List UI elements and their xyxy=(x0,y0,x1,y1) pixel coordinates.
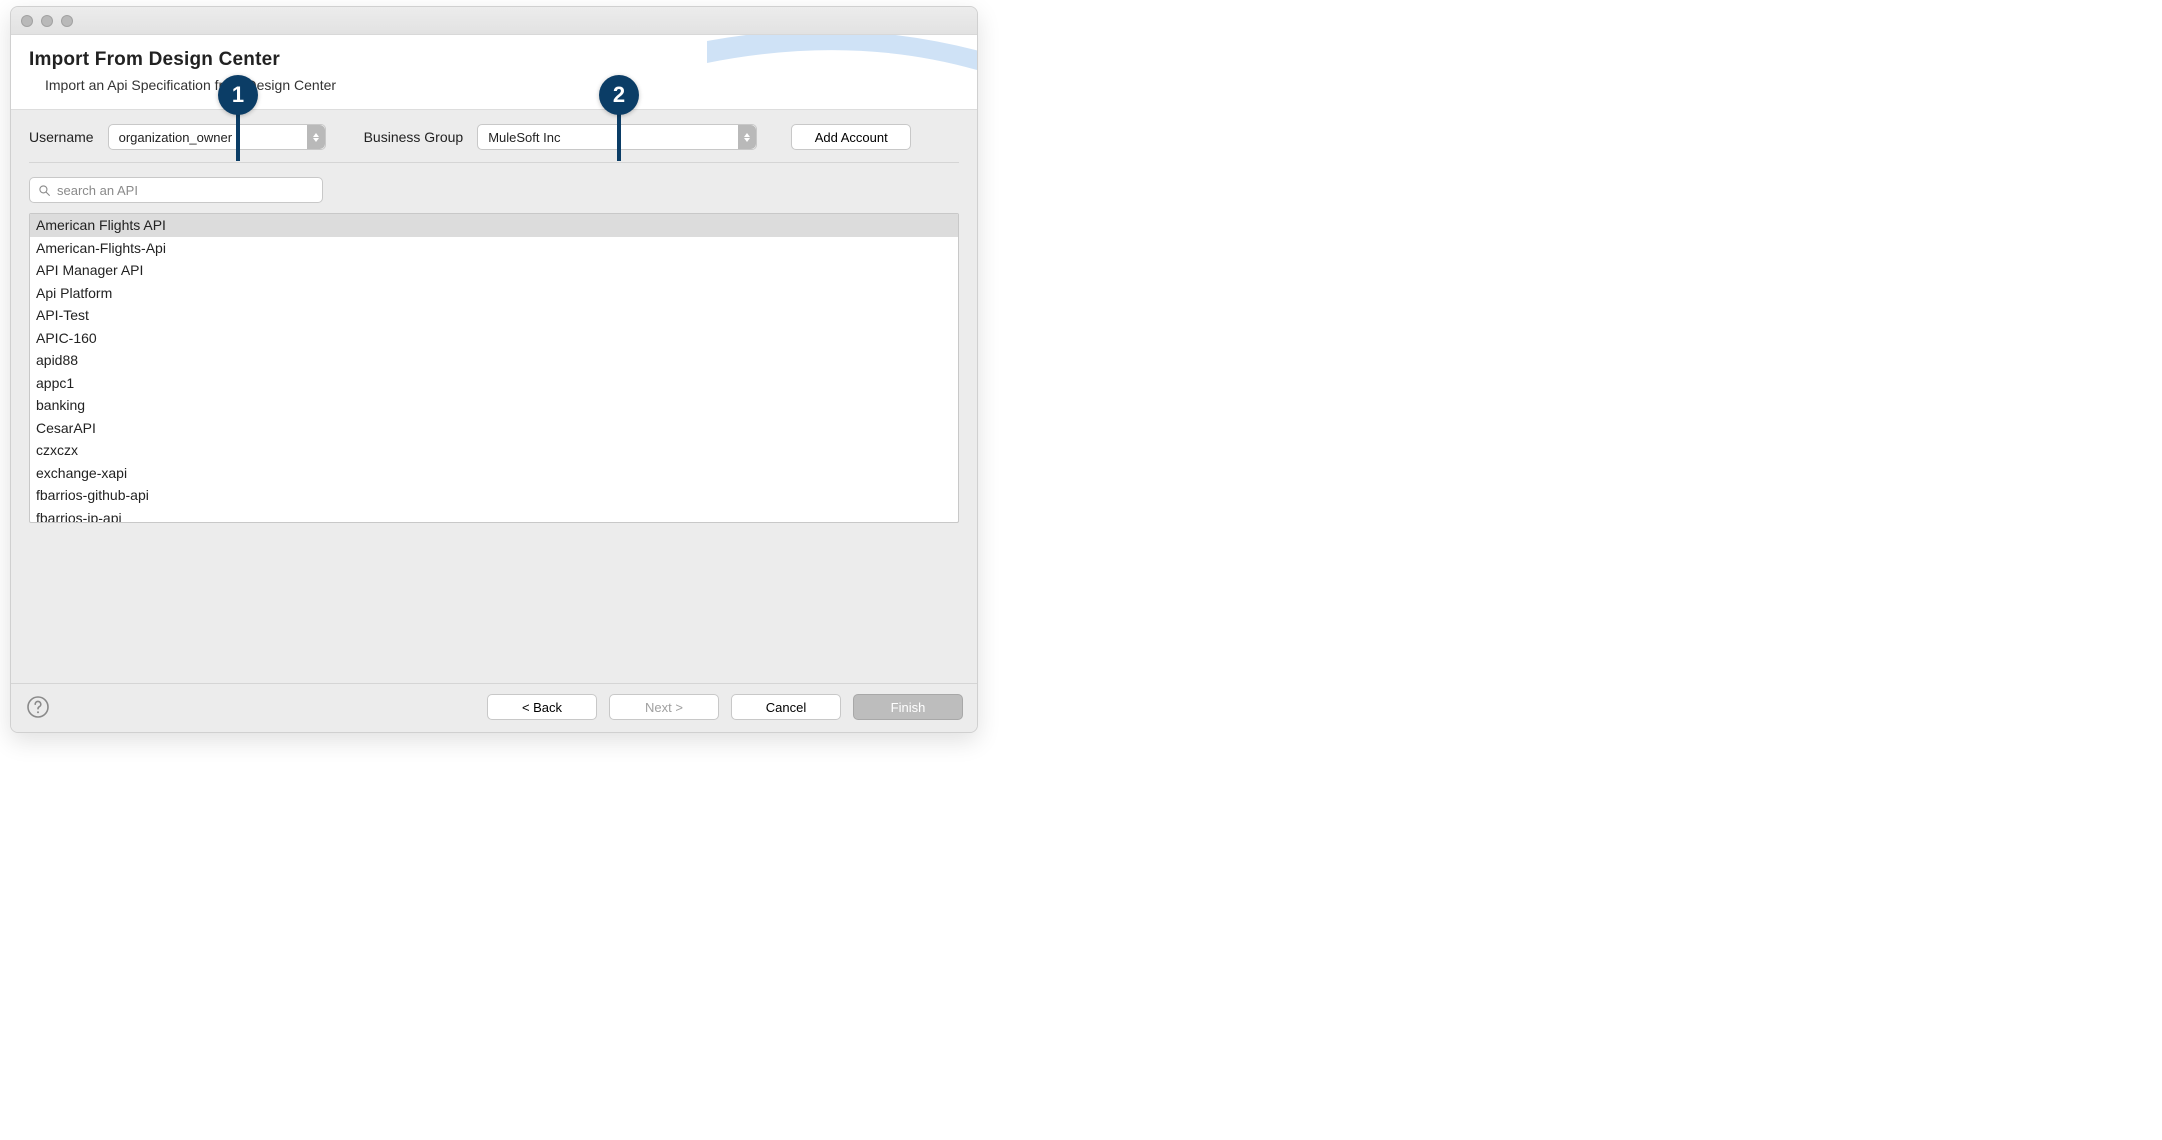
callout-badge-2: 2 xyxy=(599,75,639,115)
dialog-footer: < Back Next > Cancel Finish xyxy=(11,683,977,732)
search-icon xyxy=(38,184,51,197)
list-item[interactable]: American Flights API xyxy=(30,214,958,237)
list-item[interactable]: CesarAPI xyxy=(30,417,958,440)
business-group-label: Business Group xyxy=(364,129,464,145)
list-item[interactable]: appc1 xyxy=(30,372,958,395)
list-item[interactable]: banking xyxy=(30,394,958,417)
search-row xyxy=(29,163,959,213)
dialog-header: Import From Design Center Import an Api … xyxy=(11,35,977,110)
header-decoration xyxy=(707,35,977,93)
list-item[interactable]: fbarrios-ip-api xyxy=(30,507,958,524)
titlebar xyxy=(11,7,977,35)
stepper-icon xyxy=(738,125,756,149)
username-select[interactable]: organization_owner xyxy=(108,124,326,150)
list-item[interactable]: API-Test xyxy=(30,304,958,327)
stepper-icon xyxy=(307,125,325,149)
business-group-select-value: MuleSoft Inc xyxy=(488,130,560,145)
list-item[interactable]: API Manager API xyxy=(30,259,958,282)
account-row: Username organization_owner Business Gro… xyxy=(29,124,959,163)
callout-stem-1 xyxy=(236,113,240,161)
list-item[interactable]: American-Flights-Api xyxy=(30,237,958,260)
list-item[interactable]: exchange-xapi xyxy=(30,462,958,485)
help-icon xyxy=(26,695,50,719)
dialog-window: 1 2 Import From Design Center Import an … xyxy=(10,6,978,733)
help-button[interactable] xyxy=(25,694,51,720)
list-item[interactable]: Api Platform xyxy=(30,282,958,305)
list-item[interactable]: apid88 xyxy=(30,349,958,372)
finish-button[interactable]: Finish xyxy=(853,694,963,720)
minimize-icon[interactable] xyxy=(41,15,53,27)
list-item[interactable]: czxczx xyxy=(30,439,958,462)
list-item[interactable]: APIC-160 xyxy=(30,327,958,350)
username-select-value: organization_owner xyxy=(119,130,232,145)
list-item[interactable]: fbarrios-github-api xyxy=(30,484,958,507)
close-icon[interactable] xyxy=(21,15,33,27)
username-label: Username xyxy=(29,129,94,145)
next-button[interactable]: Next > xyxy=(609,694,719,720)
add-account-button[interactable]: Add Account xyxy=(791,124,911,150)
cancel-button[interactable]: Cancel xyxy=(731,694,841,720)
search-input[interactable] xyxy=(57,183,314,198)
api-listbox[interactable]: American Flights APIAmerican-Flights-Api… xyxy=(29,213,959,523)
spacer xyxy=(29,523,959,673)
search-input-wrapper[interactable] xyxy=(29,177,323,203)
callout-stem-2 xyxy=(617,113,621,161)
zoom-icon[interactable] xyxy=(61,15,73,27)
dialog-body: Username organization_owner Business Gro… xyxy=(11,110,977,683)
back-button[interactable]: < Back xyxy=(487,694,597,720)
callout-badge-1: 1 xyxy=(218,75,258,115)
